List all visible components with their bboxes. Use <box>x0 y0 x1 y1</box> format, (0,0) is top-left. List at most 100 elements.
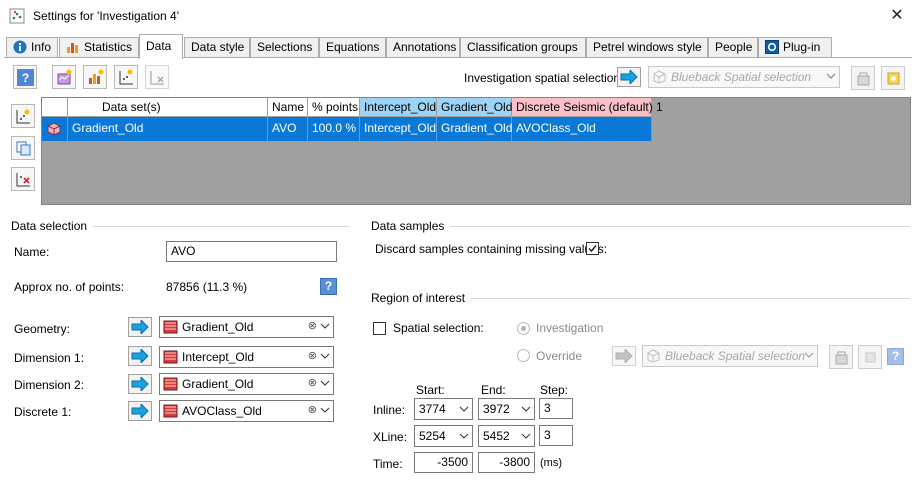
dimension2-combo[interactable]: Gradient_Old ⊗ <box>159 373 334 395</box>
investigation-spatial-combo[interactable]: Blueback Spatial selection <box>648 66 840 88</box>
inline-start-value: 3774 <box>419 402 446 416</box>
override-insert-button[interactable] <box>612 346 636 366</box>
tab-classification-groups-label: Classification groups <box>467 40 578 54</box>
region-title: Region of interest <box>371 291 472 305</box>
tab-plug-in-label: Plug-in <box>783 40 821 54</box>
tab-people[interactable]: People <box>708 37 758 58</box>
new-icon <box>865 352 876 363</box>
dimension1-combo[interactable]: Intercept_Old ⊗ <box>159 346 334 368</box>
tab-data[interactable]: Data <box>139 34 183 59</box>
xline-start-combo[interactable]: 5254 <box>414 425 473 447</box>
col-header-points[interactable]: % points <box>308 98 360 117</box>
points-value: 87856 (11.3 %) <box>166 280 248 294</box>
delete-crossplot-button[interactable] <box>145 65 169 89</box>
investigation-radio-label: Investigation <box>536 321 604 335</box>
cell-points[interactable]: 100.0 % <box>308 117 360 141</box>
spatial-selection-checkbox[interactable] <box>373 322 386 335</box>
tab-classification-groups[interactable]: Classification groups <box>460 37 586 58</box>
clear-icon[interactable]: ⊗ <box>308 349 317 362</box>
copy-row-button[interactable] <box>11 136 35 160</box>
discard-checkbox[interactable] <box>586 242 599 255</box>
discard-label: Discard samples containing missing value… <box>375 242 608 256</box>
cube-icon <box>653 70 666 84</box>
settings-icon <box>857 72 870 86</box>
col-header-dataset[interactable]: Data set(s) <box>68 98 268 117</box>
time-label: Time: <box>373 457 403 471</box>
discrete1-combo[interactable]: AVOClass_Old ⊗ <box>159 400 334 422</box>
cell-intercept[interactable]: Intercept_Old <box>360 117 437 141</box>
tab-selections[interactable]: Selections <box>250 37 319 58</box>
chevron-down-icon <box>826 73 836 79</box>
override-radio[interactable] <box>517 349 530 362</box>
col-header-intercept[interactable]: Intercept_Old <box>360 98 437 117</box>
cell-discrete[interactable]: AVOClass_Old <box>512 117 652 141</box>
window-title: Settings for 'Investigation 4' <box>33 9 179 23</box>
new-crossplot-button[interactable] <box>114 65 138 89</box>
tab-statistics[interactable]: Statistics <box>59 37 139 58</box>
clear-icon[interactable]: ⊗ <box>308 403 317 416</box>
clear-icon[interactable]: ⊗ <box>308 376 317 389</box>
seismic-cube-icon <box>163 404 178 418</box>
blue-arrow-icon <box>131 320 149 334</box>
spatial-new-button[interactable] <box>881 66 905 90</box>
col-header-name[interactable]: Name <box>268 98 308 117</box>
title-bar: Settings for 'Investigation 4' ✕ <box>0 0 916 33</box>
table-row[interactable]: Gradient_Old AVO 100.0 % Intercept_Old G… <box>42 117 652 141</box>
tab-info[interactable]: Info <box>6 37 58 58</box>
xline-label: XLine: <box>373 430 408 444</box>
tab-statistics-label: Statistics <box>84 40 133 54</box>
cube-icon <box>647 349 660 363</box>
close-button[interactable]: ✕ <box>884 5 910 27</box>
cell-gradient[interactable]: Gradient_Old <box>437 117 512 141</box>
add-dataset-button[interactable] <box>52 65 76 89</box>
help-icon: ? <box>17 69 34 86</box>
inline-end-combo[interactable]: 3972 <box>478 398 535 420</box>
add-statistics-button[interactable] <box>83 65 107 89</box>
seismic-cube-icon <box>47 122 61 136</box>
tab-data-style[interactable]: Data style <box>184 37 250 58</box>
points-help-button[interactable]: ? <box>320 278 337 295</box>
inline-step-input[interactable]: 3 <box>539 398 573 419</box>
name-label: Name: <box>14 245 50 259</box>
delete-row-button[interactable] <box>11 167 35 191</box>
investigation-radio[interactable] <box>517 322 530 335</box>
dimension2-insert-button[interactable] <box>128 374 152 394</box>
override-help-button[interactable]: ? <box>887 348 904 365</box>
clear-icon[interactable]: ⊗ <box>308 319 317 332</box>
chevron-down-icon <box>459 406 469 412</box>
geometry-insert-button[interactable] <box>128 317 152 337</box>
tab-info-label: Info <box>31 40 52 54</box>
add-row-button[interactable] <box>11 104 35 128</box>
override-spatial-combo[interactable]: Blueback Spatial selection <box>642 345 818 367</box>
cell-dataset[interactable]: Gradient_Old <box>68 117 268 141</box>
col-header-gradient[interactable]: Gradient_Old <box>437 98 512 117</box>
delete-crossplot-icon <box>150 71 164 85</box>
xline-end-combo[interactable]: 5452 <box>478 425 535 447</box>
insert-spatial-button[interactable] <box>617 67 641 87</box>
dimension1-insert-button[interactable] <box>128 346 152 366</box>
chevron-down-icon <box>320 407 330 413</box>
blue-arrow-icon <box>620 70 638 84</box>
time-end-input[interactable]: -3800 <box>478 452 535 473</box>
discrete1-insert-button[interactable] <box>128 401 152 421</box>
cell-name[interactable]: AVO <box>268 117 308 141</box>
time-start-input[interactable]: -3500 <box>414 452 473 473</box>
discrete1-value: AVOClass_Old <box>182 404 262 418</box>
override-new-button[interactable] <box>858 345 882 369</box>
chevron-down-icon <box>320 353 330 359</box>
blue-arrow-icon <box>131 377 149 391</box>
name-input[interactable]: AVO <box>166 241 337 262</box>
tab-equations[interactable]: Equations <box>319 37 386 58</box>
xline-step-input[interactable]: 3 <box>539 425 573 446</box>
geometry-combo[interactable]: Gradient_Old ⊗ <box>159 316 334 338</box>
row-icon-cell <box>42 117 68 141</box>
tab-petrel-windows-style[interactable]: Petrel windows style <box>586 37 708 58</box>
tab-annotations[interactable]: Annotations <box>386 37 460 58</box>
spatial-settings-button[interactable] <box>851 66 875 90</box>
help-button-top[interactable]: ? <box>13 65 37 89</box>
tab-plug-in[interactable]: Plug-in <box>758 37 832 58</box>
inline-start-combo[interactable]: 3774 <box>414 398 473 420</box>
col-header-discrete[interactable]: Discrete Seismic (default) 1 <box>512 98 663 117</box>
copy-icon <box>16 141 31 156</box>
override-settings-button[interactable] <box>829 345 853 369</box>
